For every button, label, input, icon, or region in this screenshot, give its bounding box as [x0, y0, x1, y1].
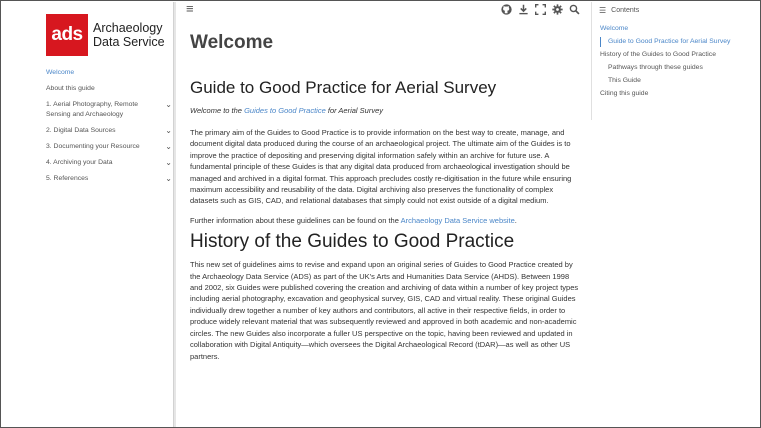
toc-header: ☰ Contents	[599, 6, 639, 15]
download-icon[interactable]	[518, 4, 529, 18]
sidebar-divider[interactable]	[173, 2, 176, 427]
app-window: ads Archaeology Data Service Welcome Abo…	[0, 0, 761, 428]
history-heading: History of the Guides to Good Practice	[190, 231, 515, 253]
toc-list: Welcome Guide to Good Practice for Aeria…	[600, 24, 760, 102]
main-content: Welcome Guide to Good Practice for Aeria…	[190, 31, 582, 362]
intro-paragraph: The primary aim of the Guides to Good Pr…	[190, 128, 572, 206]
chevron-down-icon[interactable]: ⌄	[165, 142, 172, 151]
toc-item-history[interactable]: History of the Guides to Good Practice	[600, 50, 760, 60]
sidebar-item-label: Welcome	[46, 69, 75, 76]
chevron-down-icon[interactable]: ⌄	[165, 126, 172, 135]
logo-text: Archaeology Data Service	[93, 21, 165, 49]
table-of-contents: ☰ Contents Welcome Guide to Good Practic…	[591, 2, 760, 120]
sidebar-item-label: 1. Aerial Photography, Remote Sensing an…	[46, 101, 139, 118]
github-icon[interactable]	[501, 4, 512, 18]
sidebar: ads Archaeology Data Service Welcome Abo…	[2, 2, 172, 427]
toolbar: ≡	[181, 2, 591, 19]
list-icon: ☰	[599, 6, 607, 15]
sidebar-item-digital-data-sources[interactable]: 2. Digital Data Sources ⌄	[46, 126, 172, 136]
page-title: Welcome	[190, 32, 274, 53]
sidebar-item-label: 3. Documenting your Resource	[46, 143, 140, 150]
guide-heading: Guide to Good Practice for Aerial Survey	[190, 78, 497, 97]
history-paragraph: This new set of guidelines aims to revis…	[190, 260, 579, 361]
chevron-down-icon[interactable]: ⌄	[165, 174, 172, 183]
sidebar-item-label: 4. Archiving your Data	[46, 159, 113, 166]
para2-prefix: Further information about these guidelin…	[190, 215, 401, 225]
guides-link[interactable]: Guides to Good Practice	[244, 106, 326, 115]
toc-item-welcome[interactable]: Welcome	[600, 24, 760, 34]
chevron-down-icon[interactable]: ⌄	[165, 158, 172, 167]
sidebar-item-documenting[interactable]: 3. Documenting your Resource ⌄	[46, 142, 172, 152]
further-info-paragraph: Further information about these guidelin…	[190, 215, 582, 226]
toc-item-citing[interactable]: Citing this guide	[600, 89, 760, 99]
ads-website-link[interactable]: Archaeology Data Service website	[401, 216, 515, 225]
logo-line-1: Archaeology	[93, 21, 163, 35]
settings-icon[interactable]	[552, 4, 563, 18]
sidebar-nav: Welcome About this guide 1. Aerial Photo…	[46, 68, 172, 190]
logo-line-2: Data Service	[93, 35, 165, 49]
subtitle-suffix: for Aerial Survey	[325, 106, 384, 115]
sidebar-item-label: 5. References	[46, 175, 89, 182]
sidebar-item-label: 2. Digital Data Sources	[46, 127, 116, 134]
sidebar-item-label: About this guide	[46, 85, 95, 92]
para2-suffix: .	[514, 215, 517, 225]
subtitle-prefix: Welcome to the	[190, 106, 245, 115]
logo-mark: ads	[46, 14, 88, 56]
sidebar-item-aerial-photography[interactable]: 1. Aerial Photography, Remote Sensing an…	[46, 100, 172, 120]
fullscreen-icon[interactable]	[535, 4, 546, 18]
toc-item-guide[interactable]: Guide to Good Practice for Aerial Survey	[600, 37, 760, 47]
toc-item-pathways[interactable]: Pathways through these guides	[600, 63, 760, 73]
toc-item-this-guide[interactable]: This Guide	[600, 76, 760, 86]
sidebar-item-references[interactable]: 5. References ⌄	[46, 174, 172, 184]
search-icon[interactable]	[569, 4, 580, 18]
sidebar-item-about[interactable]: About this guide	[46, 84, 172, 94]
sidebar-item-archiving[interactable]: 4. Archiving your Data ⌄	[46, 158, 172, 168]
toc-header-label: Contents	[611, 7, 640, 14]
menu-icon[interactable]: ≡	[186, 2, 194, 15]
ads-logo[interactable]: ads Archaeology Data Service	[46, 14, 165, 56]
sidebar-item-welcome[interactable]: Welcome	[46, 68, 172, 78]
chevron-down-icon[interactable]: ⌄	[165, 100, 172, 109]
guide-subtitle: Welcome to the Guides to Good Practice f…	[190, 106, 582, 116]
